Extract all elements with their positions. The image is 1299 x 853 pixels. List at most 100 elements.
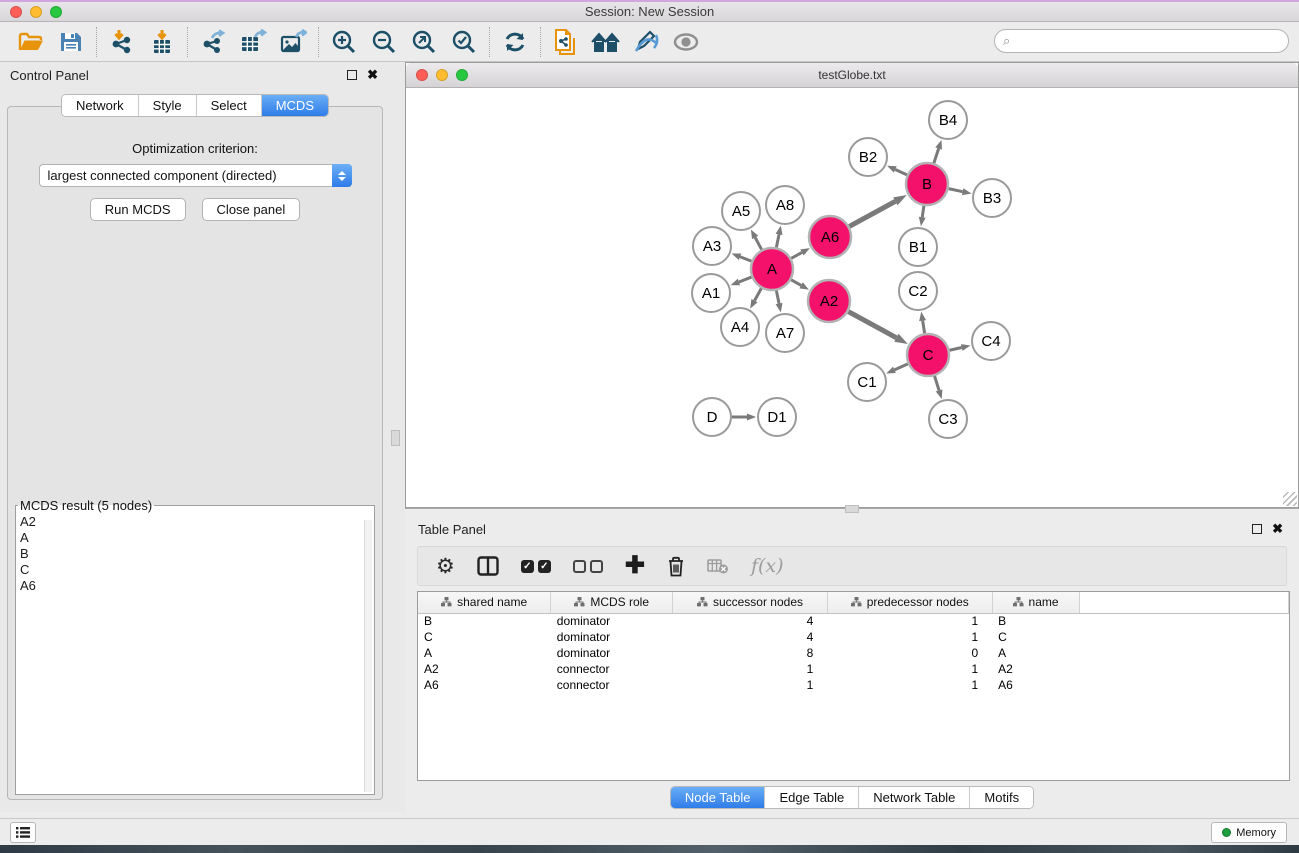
graph-edge-B-B2[interactable]: [895, 169, 907, 174]
table-cell[interactable]: A6: [418, 677, 551, 693]
graph-edge-A-A3[interactable]: [740, 257, 751, 261]
table-cell[interactable]: A2: [992, 661, 1079, 677]
table-cell[interactable]: 4: [673, 613, 828, 629]
table-cell[interactable]: 1: [827, 613, 992, 629]
graph-edge-A-A8[interactable]: [776, 234, 779, 247]
table-cell[interactable]: B: [418, 613, 551, 629]
close-panel-button[interactable]: Close panel: [202, 198, 301, 221]
close-panel-icon[interactable]: ✖: [367, 70, 378, 80]
vertical-split-divider[interactable]: [390, 62, 405, 812]
table-cell[interactable]: 1: [673, 677, 828, 693]
table-cell[interactable]: 1: [827, 677, 992, 693]
graph-edge-A6-B[interactable]: [849, 201, 895, 226]
table-row[interactable]: Cdominator41C: [418, 629, 1289, 645]
table-row[interactable]: Adominator80A: [418, 645, 1289, 661]
search-field[interactable]: ⌕: [994, 29, 1289, 53]
home-icon[interactable]: [589, 26, 623, 58]
graph-edge-A2-C[interactable]: [848, 312, 896, 338]
mcds-result-item[interactable]: C: [20, 562, 374, 578]
select-all-checkboxes-icon[interactable]: ✓✓: [521, 560, 551, 573]
gear-icon[interactable]: ⚙: [436, 554, 455, 579]
network-from-selection-icon[interactable]: [549, 26, 583, 58]
eye-icon[interactable]: [669, 26, 703, 58]
table-cell[interactable]: 1: [673, 661, 828, 677]
table-cell[interactable]: 1: [827, 629, 992, 645]
zoom-out-icon[interactable]: [367, 26, 401, 58]
graph-edge-C-C2[interactable]: [923, 321, 925, 334]
graph-edge-A-A7[interactable]: [776, 291, 779, 304]
zoom-in-icon[interactable]: [327, 26, 361, 58]
column-header-name[interactable]: name: [992, 592, 1079, 613]
column-header-predecessor-nodes[interactable]: predecessor nodes: [827, 592, 992, 613]
graph-edge-C-C4[interactable]: [949, 348, 961, 351]
export-image-icon[interactable]: [276, 26, 310, 58]
graph-edge-A-A6[interactable]: [791, 252, 802, 258]
add-icon[interactable]: ✚: [625, 556, 645, 576]
zoom-fit-icon[interactable]: [407, 26, 441, 58]
table-cell[interactable]: C: [418, 629, 551, 645]
graph-edge-C-C3[interactable]: [935, 376, 939, 390]
task-history-button[interactable]: [10, 822, 36, 843]
float-panel-icon[interactable]: [347, 70, 357, 80]
horizontal-split-grip[interactable]: [845, 505, 859, 513]
table-row[interactable]: Bdominator41B: [418, 613, 1289, 629]
tab-network-table[interactable]: Network Table: [859, 787, 970, 808]
graph-edge-A-A1[interactable]: [739, 277, 752, 282]
tab-node-table[interactable]: Node Table: [671, 787, 766, 808]
table-row[interactable]: A2connector11A2: [418, 661, 1289, 677]
table-cell[interactable]: connector: [551, 677, 673, 693]
mcds-result-item[interactable]: A: [20, 530, 374, 546]
save-session-icon[interactable]: [54, 26, 88, 58]
import-table-icon[interactable]: [145, 26, 179, 58]
export-network-icon[interactable]: [196, 26, 230, 58]
table-cell[interactable]: connector: [551, 661, 673, 677]
column-header-successor-nodes[interactable]: successor nodes: [673, 592, 828, 613]
graph-edge-C-C1[interactable]: [894, 364, 907, 370]
table-cell[interactable]: A2: [418, 661, 551, 677]
split-columns-icon[interactable]: [477, 556, 499, 576]
result-scrollbar[interactable]: [364, 520, 372, 792]
table-cell[interactable]: dominator: [551, 645, 673, 661]
trash-icon[interactable]: [667, 556, 685, 577]
float-table-panel-icon[interactable]: [1252, 524, 1262, 534]
mcds-result-item[interactable]: B: [20, 546, 374, 562]
tab-select[interactable]: Select: [197, 95, 262, 116]
split-grip[interactable]: [391, 430, 400, 446]
tab-network[interactable]: Network: [62, 95, 139, 116]
mcds-result-item[interactable]: A6: [20, 578, 374, 594]
table-cell[interactable]: 4: [673, 629, 828, 645]
memory-button[interactable]: Memory: [1211, 822, 1287, 843]
tab-mcds[interactable]: MCDS: [262, 95, 328, 116]
table-cell[interactable]: 0: [827, 645, 992, 661]
graph-edge-A-A2[interactable]: [791, 280, 801, 286]
table-cell[interactable]: dominator: [551, 613, 673, 629]
table-cell[interactable]: C: [992, 629, 1079, 645]
open-file-icon[interactable]: [14, 26, 48, 58]
criterion-dropdown[interactable]: largest connected component (directed): [39, 164, 352, 187]
table-cell[interactable]: B: [992, 613, 1079, 629]
graph-edge-A-A5[interactable]: [755, 237, 761, 249]
tab-edge-table[interactable]: Edge Table: [765, 787, 859, 808]
table-cell[interactable]: dominator: [551, 629, 673, 645]
table-cell[interactable]: A: [418, 645, 551, 661]
column-header-MCDS-role[interactable]: MCDS role: [551, 592, 673, 613]
table-cell[interactable]: A6: [992, 677, 1079, 693]
network-window-titlebar[interactable]: testGlobe.txt: [406, 63, 1298, 88]
column-header-shared-name[interactable]: shared name: [418, 592, 551, 613]
run-mcds-button[interactable]: Run MCDS: [90, 198, 186, 221]
close-table-panel-icon[interactable]: ✖: [1272, 524, 1283, 534]
tab-style[interactable]: Style: [139, 95, 197, 116]
graph-edge-B-B1[interactable]: [922, 206, 924, 218]
table-cell[interactable]: 8: [673, 645, 828, 661]
zoom-selected-icon[interactable]: [447, 26, 481, 58]
hide-annotations-icon[interactable]: [629, 26, 663, 58]
table-cell[interactable]: 1: [827, 661, 992, 677]
table-cell[interactable]: A: [992, 645, 1079, 661]
search-input[interactable]: [1014, 32, 1288, 50]
deselect-all-checkboxes-icon[interactable]: [573, 560, 603, 573]
table-row[interactable]: A6connector11A6: [418, 677, 1289, 693]
tab-motifs[interactable]: Motifs: [970, 787, 1033, 808]
graph-edge-B-B4[interactable]: [934, 149, 939, 164]
graph-edge-B-B3[interactable]: [949, 189, 963, 192]
mcds-result-item[interactable]: A2: [20, 514, 374, 530]
